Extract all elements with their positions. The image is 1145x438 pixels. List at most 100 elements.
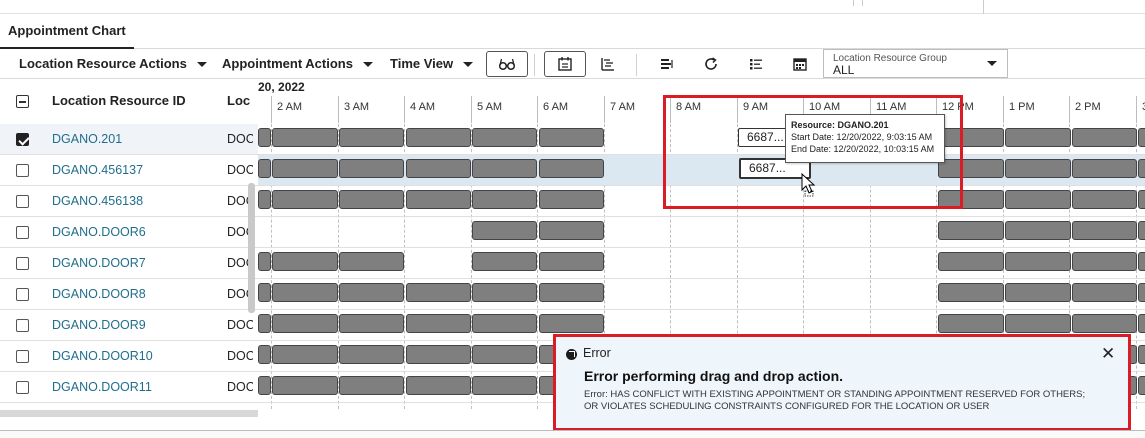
- resource-id-link[interactable]: DGANO.456138: [52, 186, 143, 216]
- occupied-block[interactable]: [938, 314, 1004, 333]
- occupied-block[interactable]: [1138, 345, 1145, 364]
- occupied-block[interactable]: [1072, 314, 1137, 333]
- occupied-block[interactable]: [472, 221, 537, 240]
- occupied-block[interactable]: [339, 345, 404, 364]
- occupied-block[interactable]: [272, 128, 338, 147]
- occupied-block[interactable]: [539, 314, 604, 333]
- row-checkbox[interactable]: [16, 226, 29, 239]
- occupied-block[interactable]: [472, 314, 537, 333]
- row-checkbox[interactable]: [16, 195, 29, 208]
- occupied-block[interactable]: [472, 128, 537, 147]
- occupied-block[interactable]: [1005, 221, 1071, 240]
- occupied-block[interactable]: [1138, 159, 1145, 178]
- occupied-block[interactable]: [1138, 283, 1145, 302]
- occupied-block[interactable]: [406, 345, 471, 364]
- occupied-block[interactable]: [339, 252, 404, 271]
- appointment-actions-dropdown[interactable]: Appointment Actions: [222, 49, 373, 79]
- occupied-block[interactable]: [258, 314, 271, 333]
- occupied-block[interactable]: [272, 283, 338, 302]
- occupied-block[interactable]: [1072, 159, 1137, 178]
- occupied-block[interactable]: [272, 190, 338, 209]
- occupied-block[interactable]: [258, 190, 271, 209]
- resource-id-link[interactable]: DGANO.DOOR8: [52, 279, 146, 309]
- time-view-dropdown[interactable]: Time View: [390, 49, 474, 79]
- occupied-block[interactable]: [539, 159, 604, 178]
- occupied-block[interactable]: [1072, 128, 1137, 147]
- occupied-block[interactable]: [1005, 159, 1071, 178]
- resource-id-link[interactable]: DGANO.DOOR6: [52, 217, 146, 247]
- row-checkbox[interactable]: [16, 257, 29, 270]
- close-icon[interactable]: ✕: [1101, 345, 1115, 362]
- column-header-location-resource-id[interactable]: Location Resource ID: [52, 80, 186, 124]
- table-row[interactable]: DGANO.201 DOC: [0, 124, 258, 155]
- occupied-block[interactable]: [1072, 221, 1137, 240]
- occupied-block[interactable]: [472, 159, 537, 178]
- table-row[interactable]: DGANO.DOOR9 DOC: [0, 310, 258, 341]
- occupied-block[interactable]: [406, 128, 471, 147]
- occupied-block[interactable]: [1072, 190, 1137, 209]
- row-checkbox[interactable]: [16, 319, 29, 332]
- table-row[interactable]: DGANO.DOOR8 DOC: [0, 279, 258, 310]
- occupied-block[interactable]: [339, 314, 404, 333]
- table-row[interactable]: DGANO.DOOR7 DOC: [0, 248, 258, 279]
- location-resource-actions-dropdown[interactable]: Location Resource Actions: [19, 49, 207, 79]
- align-button[interactable]: [645, 51, 687, 77]
- refresh-button[interactable]: [690, 51, 732, 77]
- row-checkbox[interactable]: [16, 133, 29, 146]
- table-row[interactable]: DGANO.456138 DOC: [0, 186, 258, 217]
- vertical-scrollbar[interactable]: [248, 183, 255, 313]
- occupied-block[interactable]: [1138, 190, 1145, 209]
- occupied-block[interactable]: [272, 252, 338, 271]
- column-header-location[interactable]: Loc: [227, 80, 253, 124]
- row-checkbox[interactable]: [16, 164, 29, 177]
- location-resource-group-select[interactable]: Location Resource Group ALL: [823, 49, 1008, 78]
- occupied-block[interactable]: [406, 190, 471, 209]
- occupied-block[interactable]: [539, 128, 604, 147]
- tab-appointment-chart[interactable]: Appointment Chart: [0, 14, 134, 49]
- occupied-block[interactable]: [472, 345, 537, 364]
- occupied-block[interactable]: [272, 345, 338, 364]
- occupied-block[interactable]: [1005, 252, 1071, 271]
- row-checkbox[interactable]: [16, 350, 29, 363]
- occupied-block[interactable]: [472, 283, 537, 302]
- occupied-block[interactable]: [272, 159, 338, 178]
- occupied-block[interactable]: [938, 221, 1004, 240]
- occupied-block[interactable]: [339, 376, 404, 395]
- occupied-block[interactable]: [1005, 190, 1071, 209]
- table-row[interactable]: DGANO.456137 DOC: [0, 155, 258, 186]
- calendar-grid-button[interactable]: [779, 51, 821, 77]
- occupied-block[interactable]: [1005, 314, 1071, 333]
- occupied-block[interactable]: [339, 128, 404, 147]
- occupied-block[interactable]: [258, 252, 271, 271]
- occupied-block[interactable]: [539, 252, 604, 271]
- occupied-block[interactable]: [1138, 221, 1145, 240]
- view-toggle-button[interactable]: [486, 51, 528, 77]
- resource-id-link[interactable]: DGANO.201: [52, 124, 122, 154]
- occupied-block[interactable]: [272, 314, 338, 333]
- occupied-block[interactable]: [258, 283, 271, 302]
- occupied-block[interactable]: [258, 376, 271, 395]
- occupied-block[interactable]: [539, 221, 604, 240]
- occupied-block[interactable]: [539, 283, 604, 302]
- horizontal-scrollbar[interactable]: [0, 410, 258, 417]
- occupied-block[interactable]: [472, 190, 537, 209]
- list-view-button[interactable]: [587, 51, 629, 77]
- occupied-block[interactable]: [406, 283, 471, 302]
- resource-id-link[interactable]: DGANO.DOOR9: [52, 310, 146, 340]
- resource-id-link[interactable]: DGANO.DOOR10: [52, 341, 153, 371]
- occupied-block[interactable]: [258, 128, 271, 147]
- occupied-block[interactable]: [1005, 128, 1071, 147]
- resource-id-link[interactable]: DGANO.DOOR11: [52, 372, 152, 402]
- resource-id-link[interactable]: DGANO.DOOR7: [52, 248, 146, 278]
- occupied-block[interactable]: [258, 159, 271, 178]
- occupied-block[interactable]: [339, 283, 404, 302]
- occupied-block[interactable]: [1005, 283, 1071, 302]
- occupied-block[interactable]: [406, 314, 471, 333]
- occupied-block[interactable]: [1072, 252, 1137, 271]
- occupied-block[interactable]: [1138, 128, 1145, 147]
- row-checkbox[interactable]: [16, 288, 29, 301]
- occupied-block[interactable]: [406, 159, 471, 178]
- select-all-checkbox[interactable]: [16, 95, 29, 108]
- resource-id-link[interactable]: DGANO.456137: [52, 155, 143, 185]
- occupied-block[interactable]: [1138, 314, 1145, 333]
